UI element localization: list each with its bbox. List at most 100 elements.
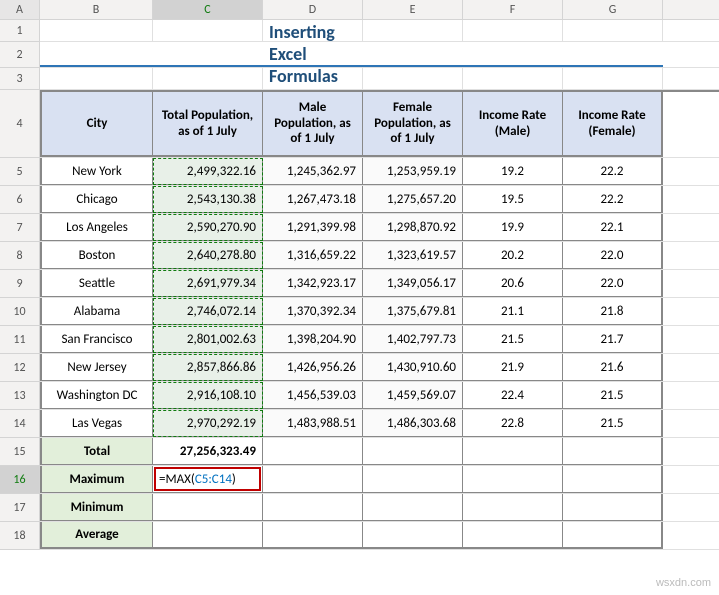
total-pop-cell[interactable]: 2,691,979.34 (153, 270, 263, 297)
male-pop-cell[interactable]: 1,316,659.22 (263, 242, 363, 269)
total-pop-cell[interactable]: 2,590,270.90 (153, 214, 263, 241)
row-header-1[interactable]: 1 (0, 20, 40, 42)
female-pop-cell[interactable]: 1,375,679.81 (363, 298, 463, 325)
income-female-cell[interactable]: 22.1 (563, 214, 663, 241)
row-header-8[interactable]: 8 (0, 242, 40, 270)
female-pop-cell[interactable]: 1,323,619.57 (363, 242, 463, 269)
total-pop-cell[interactable]: 2,916,108.10 (153, 382, 263, 409)
row-header-18[interactable]: 18 (0, 522, 40, 550)
header-income-male[interactable]: Income Rate (Male) (463, 92, 563, 157)
income-male-cell[interactable]: 21.1 (463, 298, 563, 325)
female-pop-cell[interactable]: 1,430,910.60 (363, 354, 463, 381)
row-header-14[interactable]: 14 (0, 410, 40, 438)
col-header-d[interactable]: D (263, 0, 363, 19)
income-female-cell[interactable]: 21.6 (563, 354, 663, 381)
minimum-label[interactable]: Minimum (40, 494, 153, 521)
total-value[interactable]: 27,256,323.49 (153, 438, 263, 465)
male-pop-cell[interactable]: 1,267,473.18 (263, 186, 363, 213)
income-female-cell[interactable]: 21.8 (563, 298, 663, 325)
income-male-cell[interactable]: 19.2 (463, 158, 563, 185)
table-row: Las Vegas2,970,292.191,483,988.511,486,3… (40, 410, 719, 438)
col-header-b[interactable]: B (40, 0, 153, 19)
male-pop-cell[interactable]: 1,483,988.51 (263, 410, 363, 437)
city-cell[interactable]: Boston (40, 242, 153, 269)
female-pop-cell[interactable]: 1,298,870.92 (363, 214, 463, 241)
col-header-c[interactable]: C (153, 0, 263, 19)
income-male-cell[interactable]: 21.5 (463, 326, 563, 353)
total-pop-cell[interactable]: 2,746,072.14 (153, 298, 263, 325)
header-total-pop[interactable]: Total Population, as of 1 July (153, 92, 263, 157)
row-header-16[interactable]: 16 (0, 466, 40, 494)
row-header-6[interactable]: 6 (0, 186, 40, 214)
female-pop-cell[interactable]: 1,275,657.20 (363, 186, 463, 213)
male-pop-cell[interactable]: 1,370,392.34 (263, 298, 363, 325)
maximum-label[interactable]: Maximum (40, 466, 153, 493)
income-male-cell[interactable]: 19.9 (463, 214, 563, 241)
total-pop-cell[interactable]: 2,801,002.63 (153, 326, 263, 353)
city-cell[interactable]: New Jersey (40, 354, 153, 381)
female-pop-cell[interactable]: 1,486,303.68 (363, 410, 463, 437)
header-female-pop[interactable]: Female Population, as of 1 July (363, 92, 463, 157)
total-pop-cell[interactable]: 2,970,292.19 (153, 410, 263, 437)
income-female-cell[interactable]: 21.5 (563, 410, 663, 437)
male-pop-cell[interactable]: 1,456,539.03 (263, 382, 363, 409)
total-pop-cell[interactable]: 2,543,130.38 (153, 186, 263, 213)
city-cell[interactable]: San Francisco (40, 326, 153, 353)
income-male-cell[interactable]: 19.5 (463, 186, 563, 213)
female-pop-cell[interactable]: 1,349,056.17 (363, 270, 463, 297)
city-cell[interactable]: Seattle (40, 270, 153, 297)
col-header-e[interactable]: E (363, 0, 463, 19)
city-cell[interactable]: New York (40, 158, 153, 185)
col-header-f[interactable]: F (463, 0, 563, 19)
male-pop-cell[interactable]: 1,245,362.97 (263, 158, 363, 185)
income-female-cell[interactable]: 22.0 (563, 242, 663, 269)
male-pop-cell[interactable]: 1,426,956.26 (263, 354, 363, 381)
row-header-7[interactable]: 7 (0, 214, 40, 242)
row-header-15[interactable]: 15 (0, 438, 40, 466)
row-header-13[interactable]: 13 (0, 382, 40, 410)
row-header-12[interactable]: 12 (0, 354, 40, 382)
income-female-cell[interactable]: 22.0 (563, 270, 663, 297)
header-male-pop[interactable]: Male Population, as of 1 July (263, 92, 363, 157)
row-header-10[interactable]: 10 (0, 298, 40, 326)
income-male-cell[interactable]: 22.8 (463, 410, 563, 437)
income-female-cell[interactable]: 21.5 (563, 382, 663, 409)
income-female-cell[interactable]: 22.2 (563, 186, 663, 213)
row-header-17[interactable]: 17 (0, 494, 40, 522)
header-income-female[interactable]: Income Rate (Female) (563, 92, 663, 157)
city-cell[interactable]: Washington DC (40, 382, 153, 409)
total-pop-cell[interactable]: 2,857,866.86 (153, 354, 263, 381)
formula-cell[interactable]: =MAX(C5:C14) (153, 466, 263, 493)
header-city[interactable]: City (40, 92, 153, 157)
row-header-3[interactable]: 3 (0, 68, 40, 90)
male-pop-cell[interactable]: 1,398,204.90 (263, 326, 363, 353)
row-header-11[interactable]: 11 (0, 326, 40, 354)
male-pop-cell[interactable]: 1,291,399.98 (263, 214, 363, 241)
city-cell[interactable]: Las Vegas (40, 410, 153, 437)
female-pop-cell[interactable]: 1,402,797.73 (363, 326, 463, 353)
title-row: Inserting Excel Formulas (40, 42, 719, 68)
row-header-5[interactable]: 5 (0, 158, 40, 186)
income-male-cell[interactable]: 20.6 (463, 270, 563, 297)
income-female-cell[interactable]: 22.2 (563, 158, 663, 185)
total-pop-cell[interactable]: 2,640,278.80 (153, 242, 263, 269)
row-header-2[interactable]: 2 (0, 42, 40, 68)
row-header-4[interactable]: 4 (0, 90, 40, 158)
income-male-cell[interactable]: 20.2 (463, 242, 563, 269)
female-pop-cell[interactable]: 1,253,959.19 (363, 158, 463, 185)
row-header-9[interactable]: 9 (0, 270, 40, 298)
col-header-g[interactable]: G (563, 0, 663, 19)
spreadsheet-grid[interactable]: Inserting Excel Formulas City Total Popu… (40, 20, 719, 550)
city-cell[interactable]: Alabama (40, 298, 153, 325)
income-male-cell[interactable]: 21.9 (463, 354, 563, 381)
total-label[interactable]: Total (40, 438, 153, 465)
female-pop-cell[interactable]: 1,459,569.07 (363, 382, 463, 409)
income-male-cell[interactable]: 22.4 (463, 382, 563, 409)
income-female-cell[interactable]: 21.7 (563, 326, 663, 353)
average-label[interactable]: Average (40, 522, 153, 549)
city-cell[interactable]: Los Angeles (40, 214, 153, 241)
total-pop-cell[interactable]: 2,499,322.16 (153, 158, 263, 185)
city-cell[interactable]: Chicago (40, 186, 153, 213)
male-pop-cell[interactable]: 1,342,923.17 (263, 270, 363, 297)
col-header-a[interactable]: A (0, 0, 40, 19)
